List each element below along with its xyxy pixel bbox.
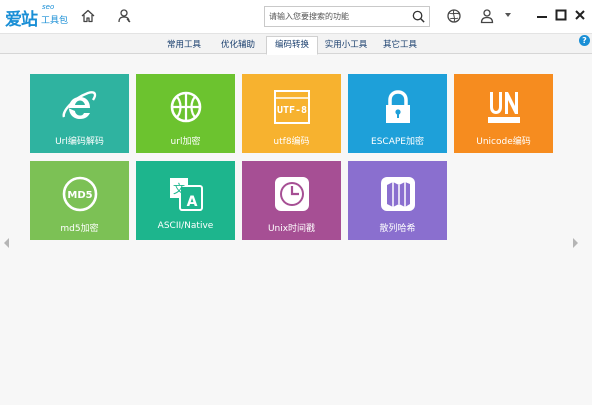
tile-utf8[interactable]: UTF-8 utf8编码: [242, 74, 341, 153]
minimize-icon[interactable]: [536, 9, 548, 21]
search-box: [264, 6, 430, 27]
help-icon[interactable]: ?: [579, 35, 590, 46]
user-outline-icon: [118, 9, 131, 23]
search-icon[interactable]: [411, 9, 426, 24]
svg-text:UTF-8: UTF-8: [276, 105, 306, 116]
prev-page-button[interactable]: [2, 228, 12, 258]
utf8-icon: UTF-8: [273, 90, 310, 124]
svg-text:文: 文: [172, 181, 184, 196]
basketball-icon: [170, 91, 201, 123]
logo-main-text: 爱站: [5, 10, 38, 30]
account-button[interactable]: [476, 5, 498, 27]
lock-icon: [385, 90, 410, 123]
account-dropdown-caret[interactable]: [505, 13, 511, 17]
maximize-icon[interactable]: [555, 9, 567, 21]
tab-encoding[interactable]: 编码转换: [266, 36, 318, 55]
tile-escape[interactable]: ESCAPE加密: [348, 74, 447, 153]
tab-bar: 常用工具 优化辅助 编码转换 实用小工具 其它工具: [0, 33, 592, 55]
tab-other-tools[interactable]: 其它工具: [374, 37, 426, 55]
globe-icon: [447, 9, 461, 23]
logo-sub-text: 工具包: [41, 16, 69, 26]
tile-md5[interactable]: MD5 md5加密: [30, 161, 129, 240]
md5-icon: MD5: [62, 176, 97, 212]
tile-label: Url编码解码: [55, 137, 104, 147]
tile-unicode[interactable]: Unicode编码: [454, 74, 553, 153]
close-icon[interactable]: [574, 9, 586, 21]
tile-label: utf8编码: [273, 137, 310, 147]
title-bar: 爱站 seo 工具包: [0, 0, 592, 33]
tab-common-tools[interactable]: 常用工具: [158, 37, 210, 55]
tile-url-encrypt[interactable]: url加密: [136, 74, 235, 153]
ie-icon: [62, 91, 96, 119]
tile-label: Unix时间戳: [267, 224, 316, 234]
globe-button[interactable]: [443, 5, 465, 27]
tile-url-encode[interactable]: Url编码解码: [30, 74, 129, 153]
tile-label: ASCII/Native: [157, 221, 214, 231]
svg-text:A: A: [186, 194, 197, 210]
home-icon: [81, 9, 95, 23]
next-page-button[interactable]: [570, 228, 580, 258]
tile-unix-timestamp[interactable]: Unix时间戳: [242, 161, 341, 240]
tile-ascii-native[interactable]: 文 A ASCII/Native: [136, 161, 235, 240]
chevron-left-icon: [4, 238, 9, 248]
map-icon: [380, 177, 415, 211]
svg-text:MD5: MD5: [67, 190, 92, 201]
home-button[interactable]: [77, 5, 99, 27]
search-input[interactable]: [269, 8, 409, 25]
clock-icon: [274, 177, 309, 211]
tile-hash[interactable]: 散列哈希: [348, 161, 447, 240]
logo-seo-text: seo: [42, 3, 55, 11]
tile-label: 散列哈希: [379, 224, 416, 234]
user-tool-button[interactable]: [113, 5, 135, 27]
tab-optimization[interactable]: 优化辅助: [212, 37, 264, 55]
translate-icon: 文 A: [169, 178, 203, 211]
tile-label: ESCAPE加密: [371, 137, 424, 147]
chevron-right-icon: [573, 238, 578, 248]
tab-utilities[interactable]: 实用小工具: [320, 37, 372, 55]
unicode-icon: [487, 92, 520, 123]
tile-label: Unicode编码: [476, 137, 531, 147]
tile-label: md5加密: [60, 224, 99, 234]
tile-label: url加密: [170, 137, 201, 147]
account-icon: [480, 9, 494, 24]
